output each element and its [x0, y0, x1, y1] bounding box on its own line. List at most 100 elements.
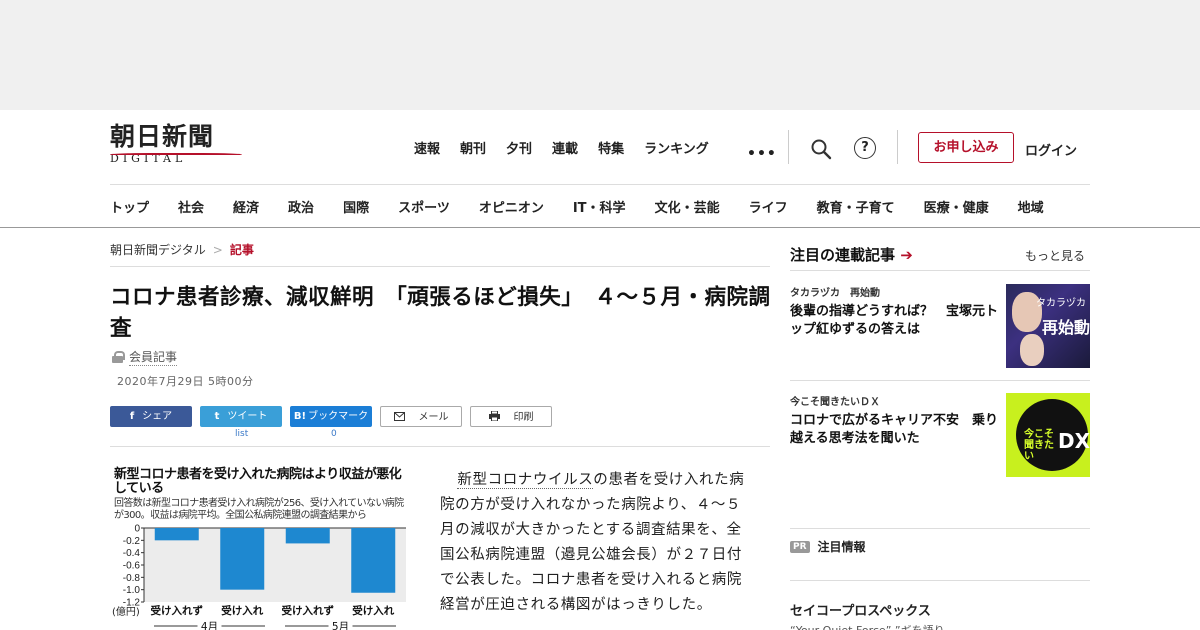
sidebar-heading[interactable]: 注目の連載記事 ➔: [790, 244, 913, 265]
divider: [790, 270, 1090, 271]
top-nav-item[interactable]: 特集: [598, 138, 624, 157]
y-tick-label: -0.6: [123, 561, 141, 572]
y-tick-label: 0: [134, 524, 140, 535]
logo-jp-text: 朝日新聞: [110, 122, 215, 151]
twitter-share-label: ツイート: [227, 411, 268, 422]
hatena-bookmark-label: ブックマーク: [308, 411, 369, 422]
hatena-icon: B!: [293, 411, 307, 422]
sidebar-heading-text: 注目の連載記事: [790, 246, 896, 264]
more-menu-icon[interactable]: •••: [747, 146, 777, 162]
arrow-right-icon: ➔: [900, 246, 913, 264]
top-nav-item[interactable]: 朝刊: [460, 138, 486, 157]
bar: [285, 528, 330, 544]
group-label: 4月: [201, 621, 218, 630]
pr-label: 注目情報: [817, 540, 866, 554]
category-item[interactable]: 政治: [288, 197, 314, 216]
bar: [154, 528, 199, 541]
bar: [351, 528, 396, 593]
category-item[interactable]: 医療・健康: [924, 197, 989, 216]
divider: [110, 446, 770, 447]
featured-series-item[interactable]: タカラヅカ 再始動 後輩の指導どうすれば？ 宝塚元トップ紅ゆずるの答えは タカラ…: [790, 284, 1090, 368]
thumbnail-caption: 今こそ聞きたい: [1024, 429, 1054, 462]
breadcrumb-current: 記事: [229, 243, 254, 257]
top-nav-item[interactable]: 連載: [552, 138, 578, 157]
print-button[interactable]: 印刷: [470, 406, 552, 427]
breadcrumb-separator: >: [212, 243, 223, 257]
pr-item-title[interactable]: セイコープロスペックス: [790, 600, 931, 619]
x-tick-label: 受け入れ: [221, 604, 263, 617]
x-tick-label: 受け入れず: [282, 604, 335, 617]
group-label: 5月: [332, 621, 349, 630]
divider: [897, 130, 898, 164]
category-item[interactable]: 文化・芸能: [655, 197, 720, 216]
divider: [790, 580, 1090, 581]
breadcrumb-home[interactable]: 朝日新聞デジタル: [110, 243, 206, 257]
facebook-share-label: シェア: [142, 411, 173, 422]
chart-subtitle: 回答数は新型コロナ患者受け入れ病院が256、受け入れていない病院が300。収益は…: [114, 498, 404, 521]
divider: [110, 184, 1090, 185]
featured-series-item[interactable]: 今こそ聞きたいＤＸ コロナで広がるキャリア不安 乗り越える思考法を聞いた 今こそ…: [790, 393, 1090, 477]
mail-share-label: メール: [418, 412, 449, 423]
more-link[interactable]: もっと見る: [1025, 247, 1085, 264]
chart-title: 新型コロナ患者を受け入れた病院はより収益が悪化している: [114, 467, 402, 496]
topic-keyword-link[interactable]: 新型コロナウイルス: [457, 472, 594, 489]
facebook-icon: f: [129, 411, 135, 422]
category-item[interactable]: IT・科学: [573, 197, 626, 216]
top-nav-item[interactable]: ランキング: [644, 138, 709, 157]
print-label: 印刷: [513, 412, 534, 423]
y-tick-label: -0.4: [123, 548, 141, 559]
bar-chart-svg: 0-0.2-0.4-0.6-0.8-1.0-1.2受け入れず 受け入れ 受け入れず受…: [112, 524, 406, 630]
mail-icon: [393, 412, 405, 421]
site-logo[interactable]: 朝日新聞 DIGITAL: [110, 124, 242, 170]
series-thumbnail[interactable]: 今こそ聞きたい DX: [1006, 393, 1090, 477]
facebook-share-button[interactable]: f シェア: [110, 406, 192, 427]
category-item[interactable]: スポーツ: [398, 197, 450, 216]
article-body-text: の患者を受け入れた病院の方が受け入れなかった病院より、４～５月の減収が大きかった…: [440, 472, 745, 613]
thumbnail-caption: タカラヅカ: [1036, 298, 1086, 309]
ad-banner-area: [0, 0, 1200, 110]
category-item[interactable]: 地域: [1018, 197, 1044, 216]
divider: [790, 528, 1090, 529]
article-body: 新型コロナウイルスの患者を受け入れた病院の方が受け入れなかった病院より、４～５月…: [440, 468, 750, 618]
y-axis-unit: (億円): [112, 605, 140, 618]
category-item[interactable]: オピニオン: [479, 197, 544, 216]
article-headline: コロナ患者診療、減収鮮明 「頑張るほど損失」 ４～５月・病院調査: [110, 285, 771, 341]
top-nav-item[interactable]: 夕刊: [506, 138, 532, 157]
category-nav: トップ 社会 経済 政治 国際 スポーツ オピニオン IT・科学 文化・芸能 ラ…: [110, 197, 1044, 216]
site-header: 朝日新聞 DIGITAL 速報 朝刊 夕刊 連載 特集 ランキング ••• ? …: [0, 110, 1200, 228]
revenue-chart[interactable]: 新型コロナ患者を受け入れた病院はより収益が悪化している 回答数は新型コロナ患者受…: [110, 466, 410, 630]
x-tick-label: 受け入れず: [151, 604, 204, 617]
series-thumbnail[interactable]: タカラヅカ 再始動: [1006, 284, 1090, 368]
top-nav-item[interactable]: 速報: [414, 138, 440, 157]
thumbnail-title: 再始動: [1042, 318, 1090, 337]
twitter-icon: t: [214, 411, 220, 422]
category-item[interactable]: 国際: [343, 197, 369, 216]
pr-item-subtitle[interactable]: “Your Quiet Force” ”ギを語り: [790, 622, 945, 630]
category-item[interactable]: 経済: [233, 197, 259, 216]
y-tick-label: -1.0: [123, 585, 141, 596]
category-item[interactable]: トップ: [110, 197, 149, 216]
thumbnail-title: DX: [1058, 429, 1090, 453]
category-item[interactable]: ライフ: [749, 197, 788, 216]
help-icon[interactable]: ?: [854, 137, 876, 159]
category-item[interactable]: 社会: [178, 197, 204, 216]
search-icon[interactable]: [810, 138, 832, 160]
hatena-bookmark-button[interactable]: B! ブックマーク: [290, 406, 372, 427]
login-link[interactable]: ログイン: [1025, 140, 1077, 159]
article-date: 2020年7月29日 5時00分: [117, 375, 254, 388]
mail-share-button[interactable]: メール: [380, 406, 462, 427]
series-title: 後輩の指導どうすれば？ 宝塚元トップ紅ゆずるの答えは: [790, 304, 999, 337]
divider: [788, 130, 789, 164]
apply-button[interactable]: お申し込み: [918, 132, 1014, 163]
twitter-count-link[interactable]: list: [235, 429, 248, 439]
breadcrumb: 朝日新聞デジタル > 記事: [110, 241, 254, 258]
portrait-image: [1020, 334, 1044, 366]
y-tick-label: -0.8: [123, 573, 141, 584]
member-label[interactable]: 会員記事: [129, 348, 178, 366]
hatena-count-link[interactable]: 0: [331, 429, 337, 439]
divider: [110, 266, 770, 267]
lock-icon: [112, 351, 125, 363]
twitter-share-button[interactable]: t ツイート: [200, 406, 282, 427]
pr-badge: PR: [790, 540, 810, 553]
category-item[interactable]: 教育・子育て: [817, 197, 895, 216]
